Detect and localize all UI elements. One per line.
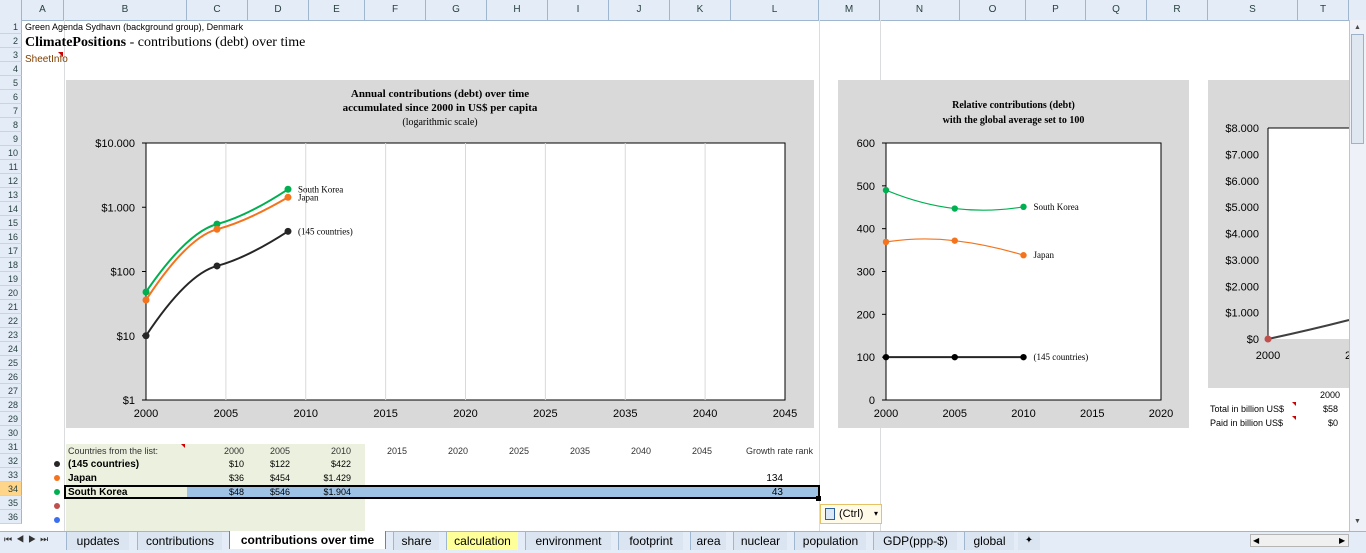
table-header-label: Countries from the list:	[68, 446, 159, 456]
paste-options-button[interactable]: (Ctrl) ▾	[820, 504, 882, 524]
chart3-y-tick: $7.000	[1225, 149, 1259, 161]
sheet-tab-6[interactable]: footprint	[618, 532, 683, 550]
table-year-header: 2010	[330, 446, 351, 456]
table-rank-cell[interactable]: 134	[731, 473, 783, 484]
side-table-year: 2000	[1319, 390, 1340, 400]
chart3-plot-bg	[1268, 128, 1349, 339]
chart3-y-tick: $6.000	[1225, 176, 1259, 188]
scroll-right-icon[interactable]: ▶	[1339, 535, 1345, 546]
table-rank-cell[interactable]: 43	[731, 487, 783, 498]
series-dot-avg	[54, 461, 60, 467]
table-cell[interactable]: $122	[248, 459, 290, 469]
paste-options-label: (Ctrl)	[839, 508, 864, 520]
table-row-name[interactable]: Japan	[68, 473, 97, 484]
sheet-tab-7[interactable]: area	[690, 532, 726, 550]
side-table-total-label: Total in billion US$	[1210, 404, 1285, 414]
chevron-down-icon: ▾	[874, 509, 879, 518]
chart3-point	[1264, 335, 1272, 343]
comment-marker-icon	[1292, 402, 1296, 406]
sheet-tab-3[interactable]: share	[393, 532, 439, 550]
chart3-y-tick: $5.000	[1225, 202, 1259, 214]
chart3-y-tick: $1.000	[1225, 308, 1259, 320]
table-cell[interactable]: $36	[187, 473, 244, 483]
sheet-tab-1[interactable]: contributions	[137, 532, 222, 550]
insert-sheet-icon[interactable]: ✦	[1018, 532, 1040, 550]
series-dot-empty2	[54, 517, 60, 523]
sheet-tab-4[interactable]: calculation	[446, 532, 518, 550]
table-year-header: 2005	[269, 446, 290, 456]
table-row-name[interactable]: (145 countries)	[68, 459, 139, 470]
table-year-header: 2015	[386, 446, 407, 456]
chart3-x-tick: 2000	[1256, 350, 1280, 362]
series-dot-japan	[54, 475, 60, 481]
series-dot-korea	[54, 489, 60, 495]
selected-cell-border[interactable]	[64, 485, 820, 499]
chart3-y-tick: $8.000	[1225, 123, 1259, 135]
sheet-tab-11[interactable]: global	[964, 532, 1014, 550]
sheet-tab-9[interactable]: population	[794, 532, 866, 550]
chart3-y-tick: $4.000	[1225, 229, 1259, 241]
chart3-y-tick: $3.000	[1225, 255, 1259, 267]
scroll-left-icon[interactable]: ◀	[1253, 535, 1259, 546]
sheet-tab-2[interactable]: contributions over time	[229, 531, 386, 549]
table-cell[interactable]: $1.904	[309, 487, 351, 497]
sheet-tab-5[interactable]: environment	[525, 532, 611, 550]
clipboard-icon	[825, 508, 835, 520]
side-table-paid-value: $0	[1327, 418, 1338, 428]
scroll-up-icon[interactable]: ▲	[1352, 24, 1363, 32]
table-rank-header: Growth rate rank	[745, 446, 813, 456]
table-cell[interactable]: $546	[248, 487, 290, 497]
chart3-y-tick: $0	[1247, 334, 1259, 346]
vertical-scrollbar[interactable]: ▲ ▼	[1349, 20, 1366, 532]
table-cell[interactable]: $1.429	[309, 473, 351, 483]
table-cell[interactable]: $454	[248, 473, 290, 483]
table-year-header: 2045	[691, 446, 712, 456]
horizontal-scrollbar[interactable]: ◀ ▶	[1250, 534, 1349, 547]
sheet-tab-8[interactable]: nuclear	[733, 532, 787, 550]
comment-marker-icon	[181, 444, 185, 448]
side-table-total-value: $58	[1322, 404, 1338, 414]
table-row-name[interactable]: South Korea	[68, 487, 127, 498]
scroll-down-icon[interactable]: ▼	[1352, 518, 1363, 526]
table-cell[interactable]: $10	[187, 459, 244, 469]
table-cell[interactable]: $422	[309, 459, 351, 469]
sheet-tab-10[interactable]: GDP(ppp-$)	[873, 532, 957, 550]
chart3-y-tick: $2.000	[1225, 281, 1259, 293]
sheet-tab-0[interactable]: updates	[66, 532, 129, 550]
fill-handle[interactable]	[816, 496, 821, 501]
table-year-header: 2020	[447, 446, 468, 456]
side-table-paid-label: Paid in billion US$	[1210, 418, 1284, 428]
table-cell[interactable]: $48	[187, 487, 244, 497]
table-year-header: 2040	[630, 446, 651, 456]
table-year-header: 2000	[223, 446, 244, 456]
table-year-header: 2035	[569, 446, 590, 456]
scrollbar-thumb[interactable]	[1351, 34, 1364, 144]
tab-nav-arrows-icon[interactable]: ⏮◀▶⏭	[4, 534, 52, 545]
table-year-header: 2025	[508, 446, 529, 456]
series-dot-empty1	[54, 503, 60, 509]
comment-marker-icon	[1292, 416, 1296, 420]
